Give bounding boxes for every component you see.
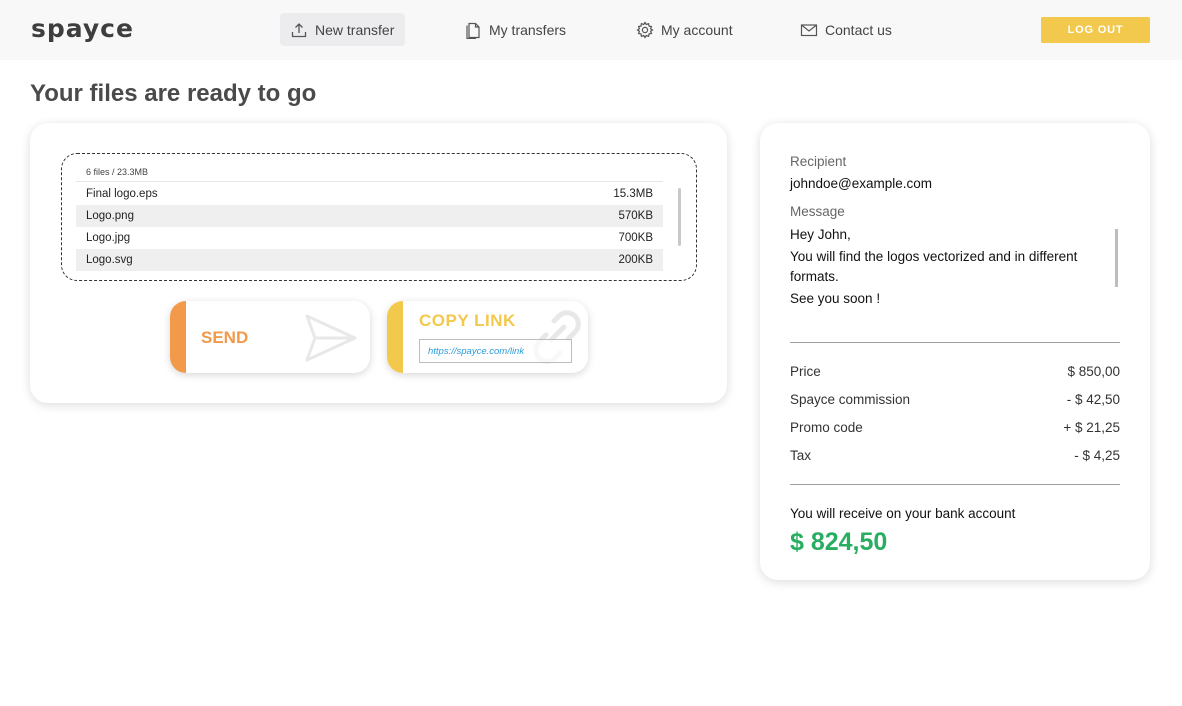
- message-line: Hey John,: [790, 227, 851, 242]
- top-bar: spayce New transfer My transfers My acco…: [0, 0, 1182, 60]
- file-row[interactable]: Logo.svg 200KB: [76, 249, 663, 271]
- copy-link-accent: [387, 301, 403, 373]
- files-icon: [466, 22, 480, 39]
- gear-icon: [636, 20, 654, 39]
- fee-value: - $ 4,25: [1074, 448, 1120, 463]
- share-link-field[interactable]: https://spayce.com/link: [419, 339, 572, 363]
- page-title: Your files are ready to go: [30, 80, 317, 107]
- fee-label: Tax: [790, 448, 812, 463]
- copy-link-button[interactable]: COPY LINK https://spayce.com/link: [387, 301, 588, 373]
- receive-label: You will receive on your bank account: [790, 506, 1016, 521]
- upload-icon: [291, 22, 307, 37]
- file-summary: 6 files / 23.3MB: [86, 167, 149, 177]
- nav-my-account-label: My account: [661, 21, 733, 38]
- file-name: Logo.png: [86, 210, 134, 222]
- nav-new-transfer-label: New transfer: [315, 21, 395, 38]
- send-button-accent: [170, 301, 186, 373]
- transfer-card: 6 files / 23.3MB Final logo.eps 15.3MB L…: [30, 123, 727, 403]
- message-line: See you soon !: [790, 291, 881, 306]
- fee-row-price: Price $ 850,00: [790, 364, 1120, 379]
- nav-contact-us[interactable]: Contact us: [790, 13, 902, 46]
- payment-summary-card: Recipient johndoe@example.com Message He…: [760, 123, 1150, 580]
- file-size: 200KB: [618, 254, 653, 266]
- fee-label: Spayce commission: [790, 392, 911, 407]
- file-dropzone[interactable]: 6 files / 23.3MB Final logo.eps 15.3MB L…: [61, 153, 697, 281]
- file-name: Logo.svg: [86, 254, 133, 266]
- divider: [76, 181, 663, 182]
- recipient-value: johndoe@example.com: [790, 176, 933, 191]
- divider: [790, 342, 1120, 343]
- message-text: Hey John, You will find the logos vector…: [790, 225, 1100, 311]
- nav-new-transfer[interactable]: New transfer: [280, 13, 405, 46]
- file-size: 570KB: [618, 210, 653, 222]
- nav-contact-us-label: Contact us: [825, 21, 892, 38]
- file-name: Logo.jpg: [86, 232, 131, 244]
- fee-row-promo: Promo code + $ 21,25: [790, 420, 1120, 435]
- file-list-scrollbar[interactable]: [678, 188, 681, 246]
- message-scrollbar[interactable]: [1115, 229, 1118, 287]
- file-row[interactable]: Logo.jpg 700KB: [76, 227, 663, 249]
- paper-plane-icon: [305, 314, 357, 362]
- nav-my-transfers-label: My transfers: [489, 21, 567, 38]
- mail-icon: [800, 23, 818, 36]
- file-name: Final logo.eps: [86, 188, 158, 200]
- copy-link-label: COPY LINK: [419, 311, 516, 330]
- file-row[interactable]: Logo.png 570KB: [76, 205, 663, 227]
- divider: [790, 484, 1120, 485]
- file-size: 15.3MB: [613, 188, 653, 200]
- fee-row-tax: Tax - $ 4,25: [790, 448, 1120, 463]
- fee-value: - $ 42,50: [1066, 392, 1120, 407]
- nav-my-transfers[interactable]: My transfers: [454, 13, 576, 46]
- file-size: 700KB: [618, 232, 653, 244]
- recipient-label: Recipient: [790, 154, 847, 169]
- send-button-label: SEND: [201, 328, 249, 347]
- file-row[interactable]: Final logo.eps 15.3MB: [76, 183, 663, 205]
- fee-value: + $ 21,25: [1063, 420, 1120, 435]
- fee-value: $ 850,00: [1067, 364, 1120, 379]
- logout-button[interactable]: LOG OUT: [1041, 17, 1150, 43]
- file-list[interactable]: Final logo.eps 15.3MB Logo.png 570KB Log…: [76, 183, 663, 271]
- total-amount: $ 824,50: [790, 528, 888, 556]
- message-label: Message: [790, 204, 845, 219]
- message-line: You will find the logos vectorized and i…: [790, 249, 1078, 284]
- fee-row-commission: Spayce commission - $ 42,50: [790, 392, 1120, 407]
- spayce-logo[interactable]: spayce: [31, 14, 134, 43]
- send-button[interactable]: SEND: [170, 301, 370, 373]
- fee-label: Promo code: [790, 420, 863, 435]
- fee-label: Price: [790, 364, 821, 379]
- nav-my-account[interactable]: My account: [626, 13, 743, 46]
